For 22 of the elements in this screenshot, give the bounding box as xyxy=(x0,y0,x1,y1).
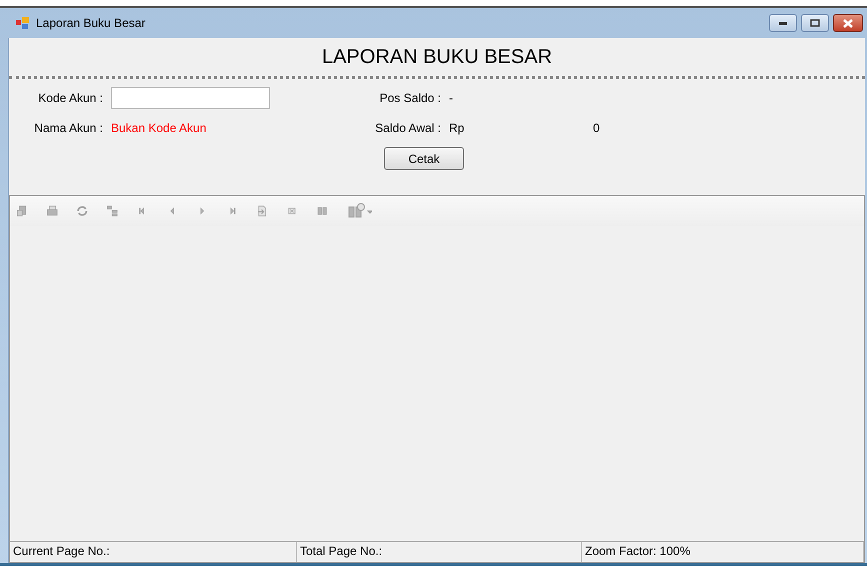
status-panel: Total Page No.: xyxy=(297,542,582,562)
field-label: Kode Akun : xyxy=(37,91,103,105)
pos-saldo-value: - xyxy=(449,91,453,105)
report-title: LAPORAN BUKU BESAR xyxy=(322,46,552,68)
app-icon xyxy=(16,17,30,29)
field-label: Nama Akun : xyxy=(33,121,103,135)
status-panel: Current Page No.: xyxy=(10,542,297,562)
minimize-icon xyxy=(778,20,788,26)
account-name-value: Bukan Kode Akun xyxy=(111,121,206,135)
minimize-button[interactable] xyxy=(769,14,797,32)
field-label: Saldo Awal : xyxy=(374,121,441,135)
currency-label: Rp xyxy=(449,121,466,135)
close-icon xyxy=(842,18,854,28)
window-title: Laporan Buku Besar xyxy=(36,16,146,30)
maximize-icon xyxy=(810,19,820,27)
status-panel: Zoom Factor: 100% xyxy=(582,542,864,562)
kode-akun-field[interactable] xyxy=(111,87,270,109)
print-button[interactable]: Cetak xyxy=(384,147,464,170)
field-label: Pos Saldo : xyxy=(378,91,441,105)
amount-value: 0 xyxy=(593,121,600,135)
close-button[interactable] xyxy=(833,14,863,32)
maximize-button[interactable] xyxy=(801,14,829,32)
